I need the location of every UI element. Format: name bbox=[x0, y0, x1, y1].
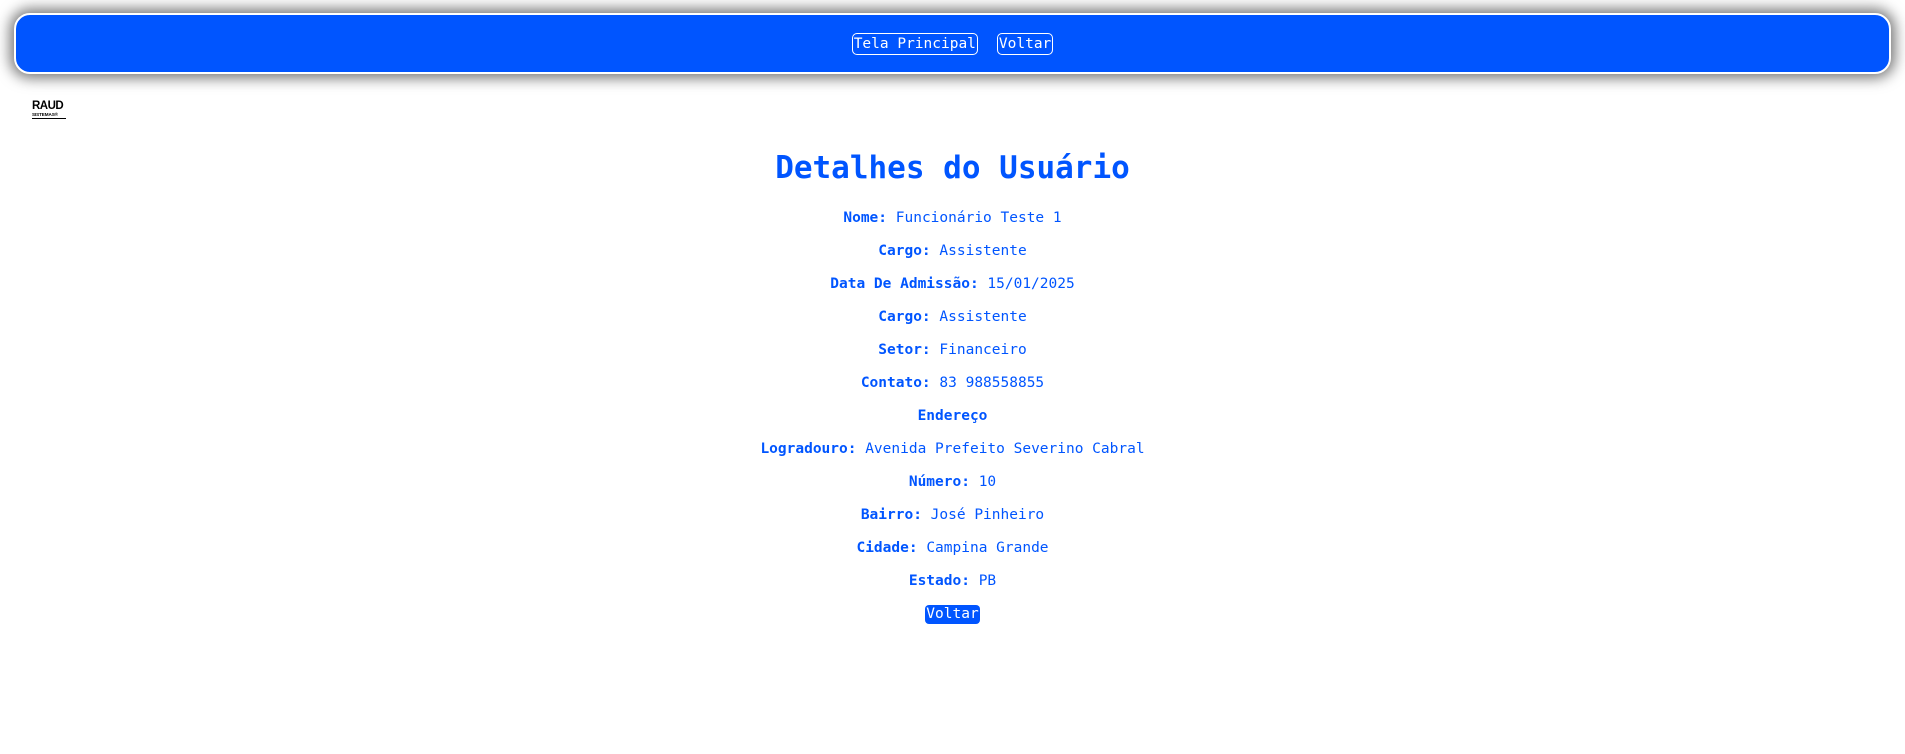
detail-label: Estado: bbox=[908, 573, 970, 589]
detail-label: Logradouro: bbox=[760, 441, 857, 457]
detail-value: Avenida Prefeito Severino Cabral bbox=[865, 441, 1145, 457]
top-navbar: Tela Principal Voltar bbox=[14, 13, 1891, 74]
detail-label: Nome: bbox=[843, 210, 888, 226]
back-button[interactable]: Voltar bbox=[925, 604, 980, 624]
detail-value: Funcionário Teste 1 bbox=[895, 210, 1062, 226]
detail-value: 15/01/2025 bbox=[987, 276, 1075, 292]
detail-cargo-repeat: Cargo: Assistente bbox=[0, 301, 1905, 334]
detail-cargo: Cargo: Assistente bbox=[0, 235, 1905, 268]
detail-value: 10 bbox=[978, 474, 997, 490]
detail-label: Número: bbox=[908, 474, 970, 490]
detail-label: Setor: bbox=[878, 342, 931, 358]
detail-cidade: Cidade: Campina Grande bbox=[0, 532, 1905, 565]
detail-value: José Pinheiro bbox=[930, 507, 1045, 523]
detail-value: Financeiro bbox=[939, 342, 1027, 358]
home-button[interactable]: Tela Principal bbox=[851, 32, 978, 55]
detail-logradouro: Logradouro: Avenida Prefeito Severino Ca… bbox=[0, 433, 1905, 466]
page-title: Detalhes do Usuário bbox=[775, 150, 1130, 186]
detail-admissao: Data De Admissão: 15/01/2025 bbox=[0, 268, 1905, 301]
logo-rule bbox=[32, 118, 66, 119]
detail-contato: Contato: 83 988558855 bbox=[0, 367, 1905, 400]
detail-value: Campina Grande bbox=[926, 540, 1049, 556]
address-heading: Endereço bbox=[0, 400, 1905, 433]
logo-tagline: SISTEMAS® bbox=[32, 112, 58, 117]
user-details-panel: Detalhes do Usuário Nome: Funcionário Te… bbox=[0, 148, 1905, 631]
detail-label: Bairro: bbox=[860, 507, 922, 523]
detail-bairro: Bairro: José Pinheiro bbox=[0, 499, 1905, 532]
raud-logo: RAUD SISTEMAS® bbox=[32, 100, 68, 125]
detail-label: Cidade: bbox=[856, 540, 918, 556]
detail-label: Data De Admissão: bbox=[830, 276, 979, 292]
footer-actions: Voltar bbox=[0, 598, 1905, 631]
detail-estado: Estado: PB bbox=[0, 565, 1905, 598]
logo-name: RAUD bbox=[32, 100, 64, 112]
detail-value: Assistente bbox=[939, 309, 1027, 325]
detail-value: 83 988558855 bbox=[939, 375, 1045, 391]
detail-label: Cargo: bbox=[878, 243, 931, 259]
header-back-button[interactable]: Voltar bbox=[996, 32, 1054, 55]
detail-setor: Setor: Financeiro bbox=[0, 334, 1905, 367]
detail-value: PB bbox=[978, 573, 997, 589]
detail-label: Cargo: bbox=[878, 309, 931, 325]
section-heading: Endereço bbox=[917, 408, 988, 424]
detail-value: Assistente bbox=[939, 243, 1027, 259]
detail-numero: Número: 10 bbox=[0, 466, 1905, 499]
detail-nome: Nome: Funcionário Teste 1 bbox=[0, 202, 1905, 235]
detail-label: Contato: bbox=[860, 375, 931, 391]
